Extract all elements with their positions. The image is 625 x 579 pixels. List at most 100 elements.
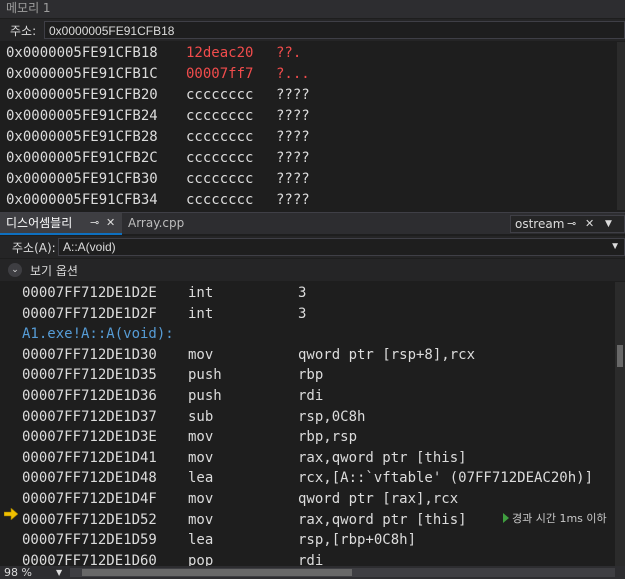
tab-array-cpp[interactable]: Array.cpp	[122, 213, 222, 235]
instruction-mnemonic: pop	[188, 552, 214, 566]
disassembly-address-combobox[interactable]: A::A(void) ▼	[58, 238, 625, 256]
disassembly-vertical-scrollbar[interactable]	[615, 282, 625, 566]
instruction-operands: 3	[298, 305, 307, 322]
instruction-operands: 3	[298, 285, 307, 301]
status-bar: 98 % ▼	[0, 566, 625, 579]
instruction-address: 00007FF712DE1D36	[22, 388, 157, 404]
instruction-address: 00007FF712DE1D60	[22, 552, 157, 566]
view-options-bar: ⌄ 보기 옵션	[0, 259, 625, 281]
instruction-address: 00007FF712DE1D41	[22, 449, 157, 466]
instruction-operands: qword ptr [rsp+8],rcx	[298, 346, 476, 363]
pin-icon[interactable]: ⊸	[567, 216, 576, 232]
instruction-operands: rsp,[rbp+0C8h]	[298, 532, 417, 549]
ostream-tab[interactable]: ostream ⊸ ✕ ▼	[510, 215, 625, 233]
tab-disassembly[interactable]: 디스어셈블리 ⊸ ✕	[0, 213, 122, 235]
memory-address: 0x0000005FE91CFB2C	[6, 150, 158, 166]
tab-disassembly-label: 디스어셈블리	[6, 216, 73, 230]
memory-address: 0x0000005FE91CFB28	[6, 129, 158, 145]
instruction-mnemonic: lea	[188, 532, 214, 549]
memory-hex-value[interactable]: cccccccc	[186, 127, 253, 147]
instruction-mnemonic: int	[188, 305, 214, 322]
disassembly-address-bar: 주소(A): A::A(void) ▼	[0, 236, 625, 258]
instruction-operands: rsp,0C8h	[298, 408, 366, 425]
memory-address: 0x0000005FE91CFB20	[6, 87, 158, 103]
instruction-address: 00007FF712DE1D4F	[22, 491, 157, 507]
instruction-address: 00007FF712DE1D2F	[22, 305, 157, 322]
instruction-address: 00007FF712DE1D59	[22, 532, 157, 549]
instruction-operands: rax,qword ptr [this]	[298, 449, 467, 466]
memory-ascii-value: ????	[276, 192, 310, 208]
memory-hex-value[interactable]: cccccccc	[186, 190, 253, 210]
memory-hex-value[interactable]: cccccccc	[186, 106, 253, 126]
instruction-address: 00007FF712DE1D48	[22, 470, 157, 487]
close-icon[interactable]: ✕	[585, 216, 594, 232]
memory-ascii-value: ????	[276, 171, 310, 187]
chevron-down-icon[interactable]: ▼	[605, 216, 612, 232]
chevron-down-icon[interactable]: ▼	[56, 566, 62, 579]
instruction-mnemonic: mov	[188, 346, 214, 363]
instruction-operands: qword ptr [rax],rcx	[298, 491, 459, 507]
instruction-address: 00007FF712DE1D52	[22, 511, 157, 528]
instruction-mnemonic: mov	[188, 449, 214, 466]
disassembly-address-label: 주소(A):	[12, 241, 56, 255]
memory-scrollbar[interactable]	[617, 42, 625, 210]
view-options-label[interactable]: 보기 옵션	[30, 262, 78, 279]
instruction-mnemonic: sub	[188, 408, 214, 425]
memory-address: 0x0000005FE91CFB1C	[6, 66, 158, 82]
memory-address: 0x0000005FE91CFB30	[6, 171, 158, 187]
ostream-label: ostream	[515, 217, 565, 231]
instruction-mnemonic: mov	[188, 491, 214, 507]
chevron-down-icon[interactable]: ▼	[610, 239, 620, 255]
instruction-operands: rdi	[298, 552, 324, 566]
scrollbar-thumb[interactable]	[82, 569, 352, 576]
memory-address: 0x0000005FE91CFB24	[6, 108, 158, 124]
tool-window-tab-strip: 디스어셈블리 ⊸ ✕ Array.cpp ostream ⊸ ✕ ▼	[0, 212, 625, 235]
memory-ascii-value: ????	[276, 150, 310, 166]
close-icon[interactable]: ✕	[106, 213, 115, 233]
memory-address-input[interactable]: 0x0000005FE91CFB18	[44, 21, 625, 39]
arrow-right-icon	[4, 508, 18, 520]
instruction-mnemonic: int	[188, 285, 214, 301]
chevron-down-icon[interactable]: ⌄	[8, 263, 22, 277]
instruction-operands: rbp,rsp	[298, 429, 358, 446]
instruction-operands: rbp	[298, 367, 324, 384]
memory-hex-value[interactable]: cccccccc	[186, 85, 253, 105]
instruction-mnemonic: push	[188, 367, 222, 384]
memory-hex-value[interactable]: 00007ff7	[186, 64, 253, 84]
tab-array-cpp-label: Array.cpp	[128, 216, 185, 230]
scrollbar-thumb[interactable]	[617, 345, 623, 367]
instruction-address: 00007FF712DE1D30	[22, 346, 157, 363]
memory-ascii-value: ????	[276, 108, 310, 124]
memory-address-label: 주소:	[10, 24, 37, 38]
instruction-operands: rax,qword ptr [this]	[298, 511, 467, 528]
instruction-mnemonic: lea	[188, 470, 214, 487]
memory-hex-value[interactable]: 12deac20	[186, 43, 253, 63]
disassembly-address-value: A::A(void)	[63, 240, 116, 254]
zoom-level[interactable]: 98 %	[4, 566, 32, 579]
memory-address: 0x0000005FE91CFB34	[6, 192, 158, 208]
instruction-operands: rcx,[A::`vftable' (07FF712DEAC20h)]	[298, 470, 594, 487]
memory-ascii-value: ??.	[276, 45, 302, 61]
disassembly-gutter[interactable]	[0, 282, 20, 566]
memory-window-title: 메모리 1	[0, 0, 625, 18]
horizontal-scrollbar[interactable]	[70, 568, 615, 577]
instruction-address: 00007FF712DE1D35	[22, 367, 157, 384]
instruction-operands: rdi	[298, 388, 324, 404]
memory-address-bar: 주소: 0x0000005FE91CFB18	[0, 19, 625, 41]
memory-address: 0x0000005FE91CFB18	[6, 45, 158, 61]
symbol-label-text: A1.exe!A::A(void):	[22, 326, 174, 343]
memory-ascii-value: ????	[276, 129, 310, 145]
memory-hex-value[interactable]: cccccccc	[186, 169, 253, 189]
perf-tip: 경과 시간 1ms 이하	[503, 510, 607, 526]
memory-hex-value[interactable]: cccccccc	[186, 148, 253, 168]
instruction-address: 00007FF712DE1D2E	[22, 285, 157, 301]
memory-content[interactable]: 0x0000005FE91CFB18 12deac20??. 0x0000005FE…	[0, 42, 625, 210]
instruction-mnemonic: mov	[188, 429, 214, 446]
instruction-address: 00007FF712DE1D37	[22, 408, 157, 425]
memory-ascii-value: ?...	[276, 66, 310, 82]
instruction-mnemonic: mov	[188, 511, 214, 528]
memory-ascii-value: ????	[276, 87, 310, 103]
instruction-address: 00007FF712DE1D3E	[22, 429, 157, 446]
pin-icon[interactable]: ⊸	[90, 213, 99, 233]
instruction-mnemonic: push	[188, 388, 222, 404]
